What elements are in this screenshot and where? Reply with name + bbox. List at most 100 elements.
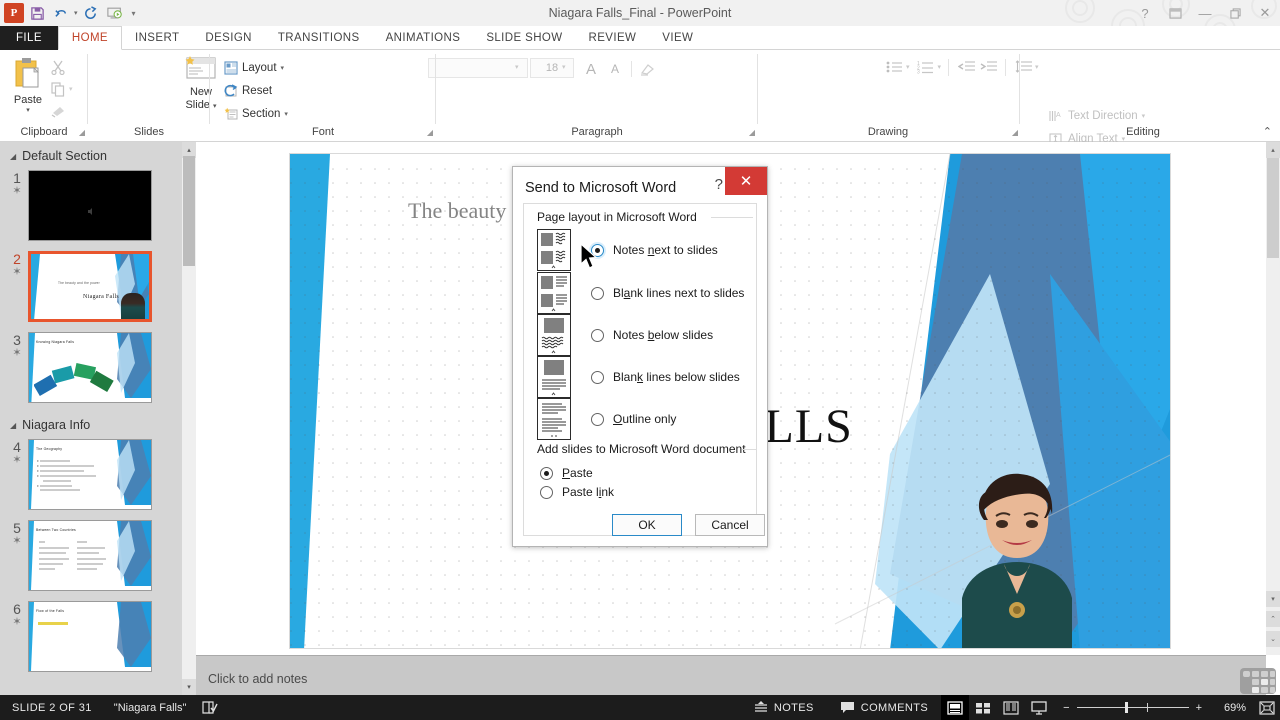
canvas-scrollbar[interactable]: ▴ ▾ ⌃ ⌄ (1266, 142, 1280, 655)
slide-counter[interactable]: SLIDE 2 OF 31 (0, 702, 92, 714)
zoom-slider-handle[interactable] (1124, 702, 1128, 713)
tab-view[interactable]: VIEW (649, 26, 706, 50)
redo-icon[interactable] (80, 2, 102, 24)
layout-option-notes-next[interactable]: Notes next to slides (537, 229, 718, 271)
send-to-word-dialog[interactable]: Send to Microsoft Word ? ✕ Page layout i… (512, 166, 768, 547)
zoom-out-button[interactable]: − (1063, 702, 1069, 714)
notes-toggle[interactable]: NOTES (741, 695, 827, 720)
canvas-scrollbar-thumb[interactable] (1267, 158, 1279, 258)
section-header-niagara-info[interactable]: ◢ Niagara Info (0, 411, 196, 437)
ok-button[interactable]: OK (612, 514, 682, 536)
list-item[interactable]: 5 ✶ Between Two Countries (0, 518, 196, 599)
slide-thumbnail-1[interactable] (28, 170, 152, 241)
comments-toggle[interactable]: COMMENTS (827, 695, 941, 720)
view-normal-button[interactable] (941, 695, 970, 720)
layout-option-blank-below[interactable]: Blank lines below slides (537, 356, 740, 398)
section-header-default[interactable]: ◢ Default Section (0, 142, 196, 168)
clipboard-dialog-launcher[interactable]: ◢ (79, 128, 85, 137)
thumbnail-panel-scrollbar[interactable]: ▴ ▾ (182, 142, 196, 695)
minimize-button[interactable]: — (1190, 0, 1220, 26)
scrollbar-thumb[interactable] (183, 156, 195, 266)
start-slideshow-icon[interactable] (104, 2, 126, 24)
slide-thumbnail-5[interactable]: Between Two Countries (28, 520, 152, 591)
animation-star-icon[interactable]: ✶ (6, 186, 28, 197)
notes-pane[interactable]: Click to add notes (196, 655, 1266, 695)
theme-name[interactable]: "Niagara Falls" (92, 702, 187, 714)
animation-star-icon[interactable]: ✶ (6, 267, 28, 278)
save-icon[interactable] (26, 2, 48, 24)
zoom-level-label[interactable]: 69% (1212, 702, 1254, 714)
tab-transitions[interactable]: TRANSITIONS (265, 26, 373, 50)
undo-caret-icon[interactable]: ▾ (74, 9, 78, 17)
animation-star-icon[interactable]: ✶ (6, 536, 28, 547)
tab-design[interactable]: DESIGN (192, 26, 265, 50)
help-icon[interactable]: ? (1130, 0, 1160, 26)
spellcheck-icon[interactable] (186, 701, 219, 714)
window-controls[interactable]: ? — ✕ (1130, 0, 1280, 26)
previous-slide-button[interactable]: ⌃ (1266, 611, 1280, 627)
list-item[interactable]: 3 ✶ Knowing Niagara Falls (0, 330, 196, 411)
animation-star-icon[interactable]: ✶ (6, 348, 28, 359)
radio-paste-link[interactable] (540, 485, 553, 499)
zoom-slider[interactable] (1076, 702, 1189, 713)
list-item[interactable]: 1 ✶ (0, 168, 196, 249)
view-reading-button[interactable] (997, 695, 1025, 720)
drawing-dialog-launcher[interactable]: ◢ (1012, 128, 1018, 137)
slide-thumbnail-6[interactable]: Flow of the Falls (28, 601, 152, 672)
copy-icon[interactable]: ▾ (50, 78, 86, 100)
paste-button[interactable]: Paste ▾ (6, 54, 50, 114)
radio-blank-below[interactable] (591, 370, 604, 384)
radio-notes-below[interactable] (591, 328, 604, 342)
animation-star-icon[interactable]: ✶ (6, 617, 28, 628)
tab-home[interactable]: HOME (57, 26, 122, 50)
fit-slide-to-window-button[interactable] (1254, 695, 1280, 720)
undo-icon[interactable] (50, 2, 72, 24)
close-button[interactable]: ✕ (1250, 0, 1280, 26)
slide-subtitle-text[interactable]: The beauty (408, 198, 506, 224)
chevron-down-icon[interactable]: ◢ (10, 152, 16, 161)
slide-thumbnail-3[interactable]: Knowing Niagara Falls (28, 332, 152, 403)
cancel-button[interactable]: Cancel (695, 514, 765, 536)
radio-notes-next[interactable] (591, 243, 604, 257)
tab-file[interactable]: FILE (0, 26, 58, 50)
dialog-help-icon[interactable]: ? (715, 176, 723, 193)
quick-access-toolbar[interactable]: P ▾ ▾ (0, 0, 140, 26)
slide-thumbnail-panel[interactable]: ◢ Default Section 1 ✶ 2 ✶ The beauty and… (0, 142, 196, 695)
format-painter-icon[interactable] (50, 100, 86, 122)
collapse-ribbon-icon[interactable]: ⌃ (1263, 125, 1272, 138)
chevron-down-icon[interactable]: ◢ (10, 421, 16, 430)
zoom-control[interactable]: − + (1053, 702, 1212, 714)
next-slide-button[interactable]: ⌄ (1266, 631, 1280, 647)
paste-option-paste-link[interactable]: Paste link (540, 485, 614, 499)
layout-option-blank-next[interactable]: Blank lines next to slides (537, 272, 744, 314)
tab-insert[interactable]: INSERT (122, 26, 192, 50)
notes-placeholder[interactable]: Click to add notes (208, 672, 307, 686)
resize-grip[interactable] (1230, 662, 1276, 694)
radio-paste[interactable] (540, 466, 553, 480)
cut-icon[interactable] (50, 56, 86, 78)
tab-slide-show[interactable]: SLIDE SHOW (473, 26, 575, 50)
radio-outline-only[interactable] (591, 412, 604, 426)
scroll-down-icon[interactable]: ▾ (182, 679, 196, 695)
view-slide-sorter-button[interactable] (969, 695, 997, 720)
slide-thumbnail-4[interactable]: The Geography (28, 439, 152, 510)
dialog-close-button[interactable]: ✕ (725, 167, 767, 195)
tab-animations[interactable]: ANIMATIONS (373, 26, 474, 50)
paragraph-dialog-launcher[interactable]: ◢ (749, 128, 755, 137)
list-item[interactable]: 2 ✶ The beauty and the power Niagara Fal… (0, 249, 196, 330)
tab-review[interactable]: REVIEW (576, 26, 650, 50)
layout-option-outline-only[interactable]: Outline only (537, 398, 676, 440)
presenter-photo[interactable] (942, 468, 1092, 648)
canvas-scroll-down-icon[interactable]: ▾ (1266, 591, 1280, 607)
font-dialog-launcher[interactable]: ◢ (427, 128, 433, 137)
view-slideshow-button[interactable] (1025, 695, 1053, 720)
animation-star-icon[interactable]: ✶ (6, 455, 28, 466)
paste-option-paste[interactable]: Paste (540, 466, 593, 480)
zoom-in-button[interactable]: + (1196, 702, 1202, 714)
slide-thumbnail-2[interactable]: The beauty and the power Niagara Falls (28, 251, 152, 322)
list-item[interactable]: 4 ✶ The Geography (0, 437, 196, 518)
canvas-scroll-up-icon[interactable]: ▴ (1266, 142, 1280, 158)
list-item[interactable]: 6 ✶ Flow of the Falls (0, 599, 196, 680)
customize-qat-icon[interactable]: ▾ (128, 9, 140, 18)
copy-caret-icon[interactable]: ▾ (69, 85, 73, 93)
